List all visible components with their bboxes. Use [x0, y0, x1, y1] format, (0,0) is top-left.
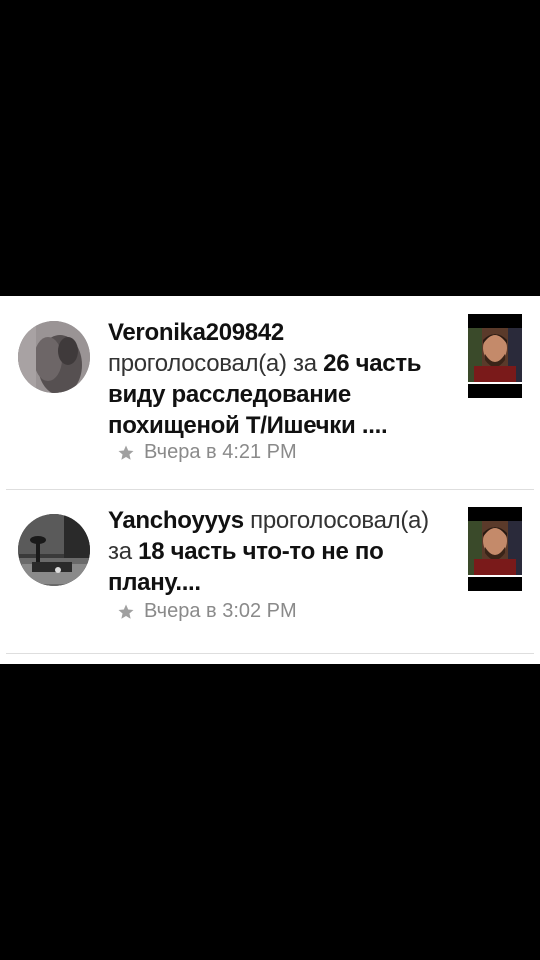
timestamp: Вчера в 4:21 PM	[144, 441, 297, 463]
story-title[interactable]: 18 часть что-то не по плану....	[108, 538, 384, 596]
story-cover-thumbnail[interactable]	[468, 314, 522, 398]
action-text: проголосовал(а) за	[108, 350, 317, 377]
timestamp: Вчера в 3:02 PM	[144, 600, 297, 622]
username[interactable]: Yanchoyyys	[108, 507, 244, 534]
notifications-panel: Veronika209842 проголосовал(а) за 26 час…	[0, 296, 540, 664]
timestamp-row: Вчера в 3:02 PM	[117, 600, 297, 623]
notification-text: Veronika209842 проголосовал(а) за 26 час…	[108, 317, 453, 441]
timestamp-row: Вчера в 4:21 PM	[117, 441, 297, 464]
username[interactable]: Veronika209842	[108, 319, 284, 346]
star-icon	[118, 445, 134, 460]
divider	[6, 653, 534, 654]
notification-text: Yanchoyyys проголосовал(а) за 18 часть ч…	[108, 505, 453, 598]
notification-item[interactable]: Veronika209842 проголосовал(а) за 26 час…	[0, 296, 540, 490]
story-cover-thumbnail[interactable]	[468, 507, 522, 591]
star-icon	[118, 604, 134, 619]
avatar[interactable]	[18, 321, 90, 393]
notification-item[interactable]: Yanchoyyys проголосовал(а) за 18 часть ч…	[0, 490, 540, 654]
avatar[interactable]	[18, 514, 90, 586]
